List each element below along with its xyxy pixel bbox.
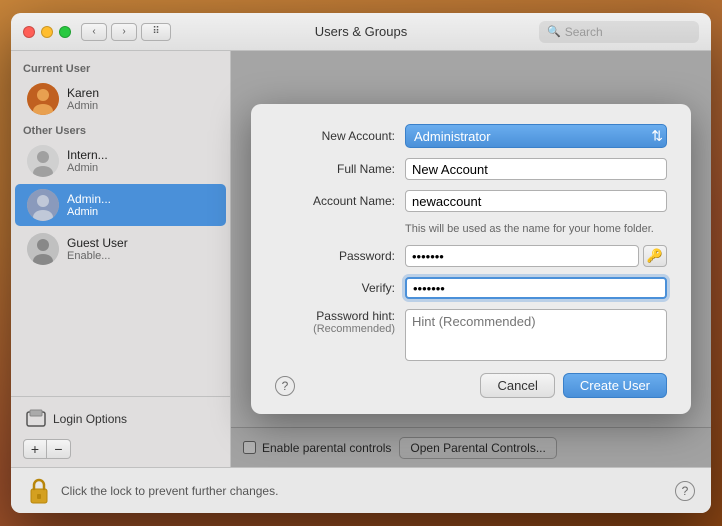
hint-textarea[interactable] [405,309,667,361]
search-input[interactable] [565,25,691,39]
admin-role: Admin [67,206,214,218]
full-name-row: Full Name: [275,158,667,180]
hint-row: Password hint: (Recommended) [275,309,667,361]
guest-role: Enable... [67,250,214,262]
guest-info: Guest User Enable... [67,236,214,262]
add-user-button[interactable]: + [23,439,47,459]
account-name-input[interactable] [405,190,667,212]
login-icon [25,408,47,430]
hint-label-title: Password hint: [275,309,395,323]
other-users-label: Other Users [11,121,230,139]
account-hint-row: This will be used as the name for your h… [275,222,667,235]
minimize-button[interactable] [41,26,53,38]
new-account-select-wrapper: Administrator Standard Managed with Pare… [405,124,667,148]
hint-label-rec: (Recommended) [275,323,395,335]
help-button[interactable]: ? [675,481,695,501]
dialog-buttons: ? Cancel Create User [275,369,667,398]
lock-text: Click the lock to prevent further change… [61,484,665,498]
traffic-lights [23,26,71,38]
karen-role: Admin [67,100,214,112]
sidebar-item-internet[interactable]: Intern... Admin [15,140,226,182]
login-options-label: Login Options [53,412,127,426]
sidebar: Current User Karen Admin Other Users [11,51,231,467]
account-name-row: Account Name: [275,190,667,212]
create-user-button[interactable]: Create User [563,373,667,398]
main-content: Current User Karen Admin Other Users [11,51,711,467]
password-row: Password: 🔑 [275,245,667,267]
key-button[interactable]: 🔑 [643,245,667,267]
forward-button[interactable]: › [111,23,137,41]
current-user-label: Current User [11,59,230,77]
sidebar-bottom: Login Options + − [11,396,230,467]
dialog-overlay: New Account: Administrator Standard Mana… [231,51,711,467]
search-icon: 🔍 [547,25,561,38]
back-button[interactable]: ‹ [81,23,107,41]
internet-name: Intern... [67,148,214,162]
hint-label-group: Password hint: (Recommended) [275,309,405,335]
full-name-input[interactable] [405,158,667,180]
search-bar[interactable]: 🔍 [539,21,699,43]
sidebar-item-guest[interactable]: Guest User Enable... [15,228,226,270]
maximize-button[interactable] [59,26,71,38]
account-hint-text: This will be used as the name for your h… [405,222,667,235]
close-button[interactable] [23,26,35,38]
verify-input[interactable] [405,277,667,299]
sidebar-item-karen[interactable]: Karen Admin [15,78,226,120]
dialog-help-button[interactable]: ? [275,376,295,396]
password-input-row: 🔑 [405,245,667,267]
btn-group: Cancel Create User [480,373,667,398]
new-account-select[interactable]: Administrator Standard Managed with Pare… [405,124,667,148]
account-name-label: Account Name: [275,194,405,208]
remove-user-button[interactable]: − [47,439,71,459]
new-account-dialog: New Account: Administrator Standard Mana… [251,104,691,414]
avatar-karen [27,83,59,115]
password-label: Password: [275,249,405,263]
dialog-form: New Account: Administrator Standard Mana… [275,124,667,361]
titlebar: ‹ › ⠿ Users & Groups 🔍 [11,13,711,51]
admin-name: Admin... [67,192,214,206]
grid-button[interactable]: ⠿ [141,23,171,41]
main-window: ‹ › ⠿ Users & Groups 🔍 Current User [11,13,711,513]
add-remove-row: + − [23,439,218,459]
new-account-row: New Account: Administrator Standard Mana… [275,124,667,148]
right-panel: Enable parental controls Open Parental C… [231,51,711,467]
karen-info: Karen Admin [67,86,214,112]
verify-label: Verify: [275,281,405,295]
internet-role: Admin [67,162,214,174]
cancel-button[interactable]: Cancel [480,373,554,398]
full-name-label: Full Name: [275,162,405,176]
lock-bar: Click the lock to prevent further change… [11,467,711,513]
lock-icon[interactable] [27,477,51,505]
avatar-internet [27,145,59,177]
sidebar-item-admin[interactable]: Admin... Admin [15,184,226,226]
new-account-label: New Account: [275,129,405,143]
karen-name: Karen [67,86,214,100]
nav-buttons: ‹ › ⠿ [81,23,171,41]
password-input[interactable] [405,245,639,267]
avatar-guest [27,233,59,265]
admin-info: Admin... Admin [67,192,214,218]
verify-row: Verify: [275,277,667,299]
login-options-row[interactable]: Login Options [23,405,218,433]
avatar-admin [27,189,59,221]
guest-name: Guest User [67,236,214,250]
window-title: Users & Groups [315,24,407,39]
internet-info: Intern... Admin [67,148,214,174]
